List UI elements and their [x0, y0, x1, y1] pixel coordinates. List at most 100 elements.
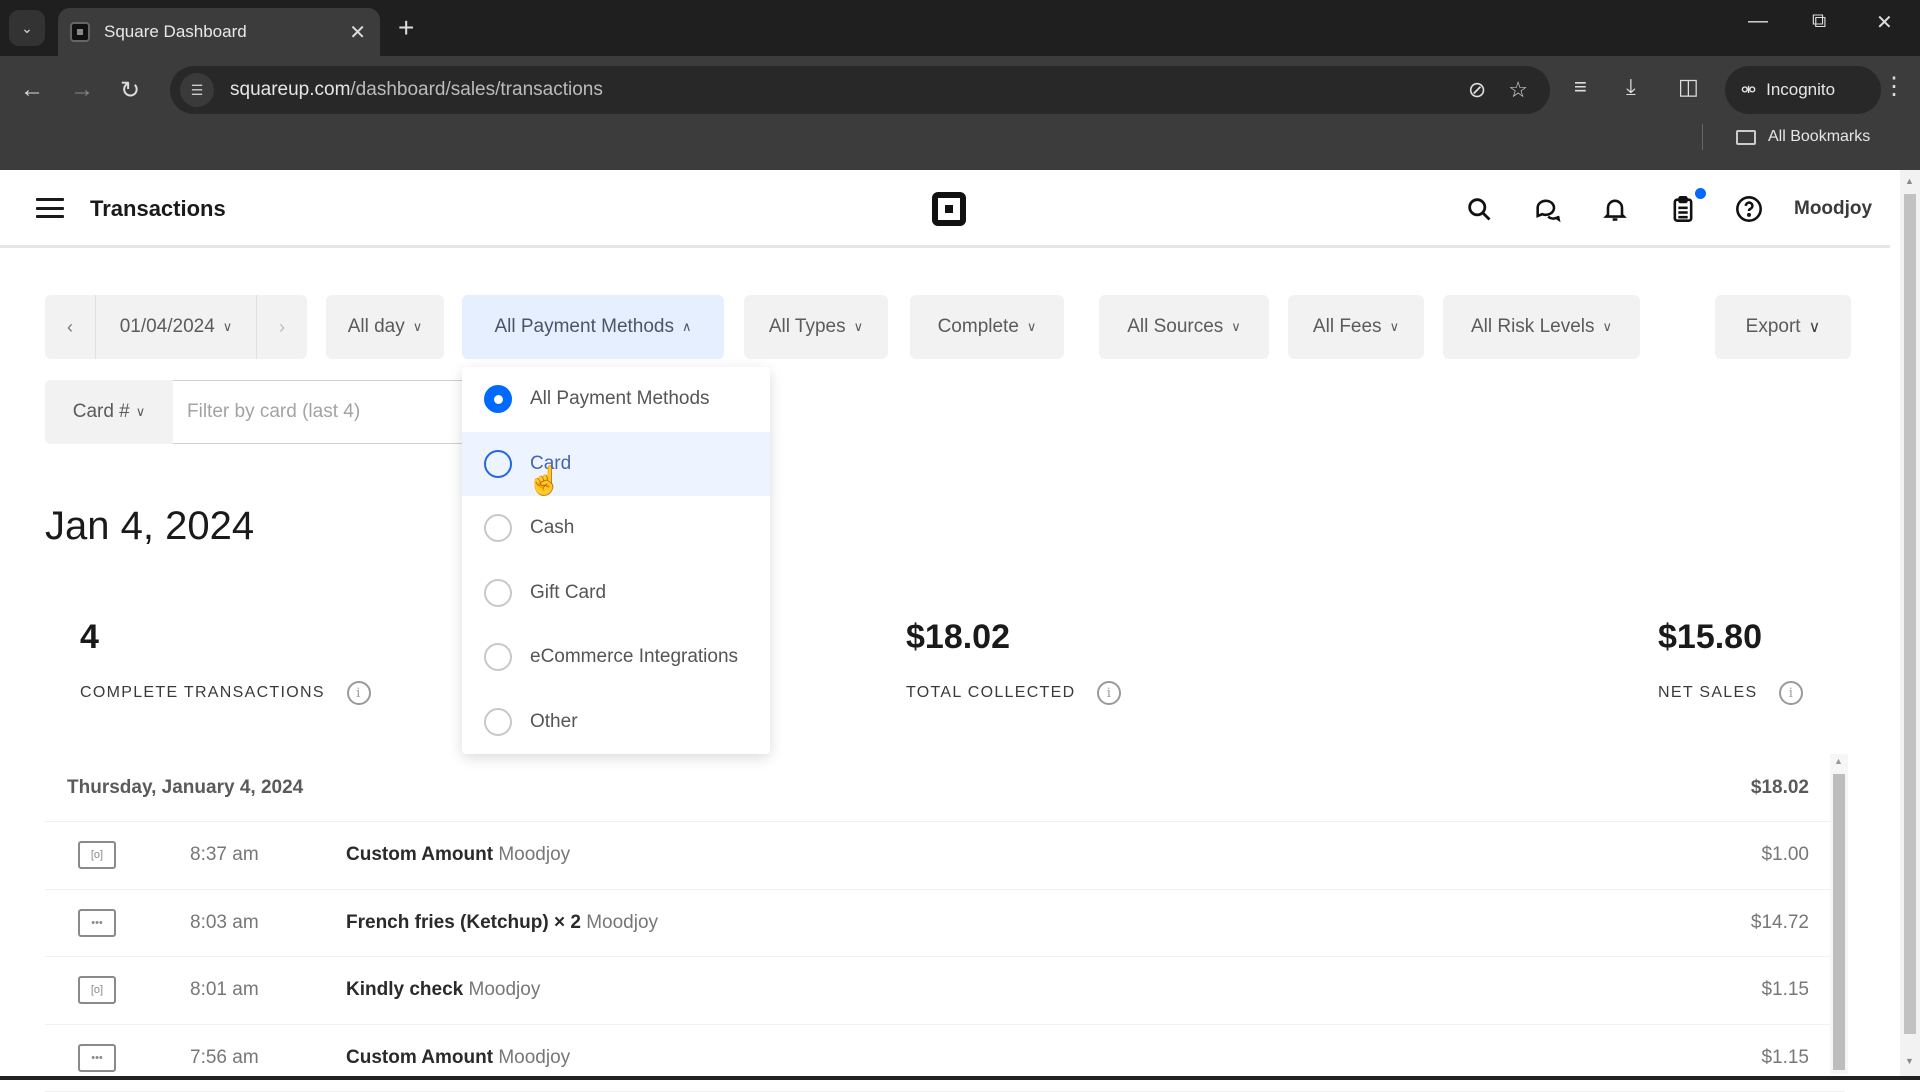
transaction-item: French fries (Ketchup) × 2: [346, 912, 581, 933]
scrollbar-thumb[interactable]: [1833, 774, 1845, 1070]
address-bar[interactable]: ☰ squareup.com/dashboard/sales/transacti…: [170, 66, 1550, 114]
transaction-time: 8:01 am: [190, 979, 346, 1001]
status-filter[interactable]: Complete∨: [910, 295, 1064, 359]
search-icon[interactable]: [1462, 192, 1496, 226]
stat-label: TOTAL COLLECTED: [906, 684, 1075, 702]
url-host: squareup.com: [230, 79, 350, 100]
stat-complete-transactions: 4 COMPLETE TRANSACTIONS i: [80, 618, 371, 705]
task-list-clipboard-icon[interactable]: [1666, 192, 1700, 226]
option-label: Gift Card: [530, 582, 606, 604]
url-text[interactable]: squareup.com/dashboard/sales/transaction…: [230, 79, 1468, 101]
notification-badge-dot: [1695, 188, 1706, 199]
square-dashboard-app: Transactions Moodjoy ‹ 01/04/2024∨ › All…: [0, 170, 1900, 1080]
scrollbar-thumb[interactable]: [1904, 194, 1916, 1034]
option-label: Cash: [530, 517, 574, 539]
payment-methods-filter[interactable]: All Payment Methods∧: [462, 295, 724, 359]
transaction-amount: $1.15: [1761, 1047, 1809, 1069]
page-scrollbar[interactable]: ▲ ▼: [1900, 170, 1920, 1080]
option-label: Other: [530, 711, 578, 733]
scroll-up-arrow-icon[interactable]: ▲: [1834, 756, 1843, 766]
window-minimize-icon[interactable]: —: [1748, 10, 1768, 33]
bookmarks-divider: [1702, 124, 1703, 150]
account-user-name[interactable]: Moodjoy: [1794, 198, 1872, 220]
info-icon[interactable]: i: [1097, 681, 1121, 705]
new-tab-plus-icon[interactable]: +: [398, 12, 414, 44]
square-logo-icon[interactable]: [932, 192, 966, 226]
transaction-time: 8:03 am: [190, 912, 346, 934]
stat-label: NET SALES: [1658, 684, 1757, 702]
risk-levels-filter[interactable]: All Risk Levels∨: [1443, 295, 1640, 359]
types-filter[interactable]: All Types∨: [744, 295, 888, 359]
stat-value: 4: [80, 618, 371, 657]
transaction-amount: $1.15: [1761, 979, 1809, 1001]
sources-filter[interactable]: All Sources∨: [1099, 295, 1269, 359]
payment-methods-label: All Payment Methods: [494, 316, 674, 338]
info-icon[interactable]: i: [1779, 681, 1803, 705]
other-payment-icon: •••: [78, 1044, 116, 1072]
bookmark-star-icon[interactable]: ☆: [1508, 77, 1528, 103]
transaction-row[interactable]: ••• 7:56 am Custom Amount Moodjoy $1.15: [45, 1025, 1845, 1092]
incognito-icon: ⚮: [1741, 80, 1756, 101]
previous-date-chevron-icon[interactable]: ‹: [45, 317, 95, 338]
transaction-item: Custom Amount: [346, 844, 493, 865]
transaction-row[interactable]: ••• 8:03 am French fries (Ketchup) × 2 M…: [45, 890, 1845, 958]
notifications-bell-icon[interactable]: [1598, 192, 1632, 226]
forward-arrow-icon[interactable]: →: [70, 76, 94, 104]
media-queue-icon[interactable]: ≡: [1574, 74, 1587, 100]
window-restore-icon[interactable]: ⧉: [1812, 10, 1826, 33]
transaction-row[interactable]: [o] 8:01 am Kindly check Moodjoy $1.15: [45, 957, 1845, 1025]
transaction-location: Moodjoy: [586, 912, 658, 933]
payment-option-card[interactable]: Card: [462, 432, 770, 497]
back-arrow-icon[interactable]: ←: [20, 76, 44, 104]
all-bookmarks-button[interactable]: All Bookmarks: [1736, 128, 1870, 146]
tracking-protection-eye-off-icon[interactable]: ⊘: [1468, 77, 1486, 103]
chevron-down-icon: ∨: [1231, 319, 1241, 335]
transaction-row[interactable]: [o] 8:37 am Custom Amount Moodjoy $1.00: [45, 822, 1845, 890]
incognito-badge[interactable]: ⚮ Incognito: [1725, 66, 1881, 114]
next-date-chevron-icon[interactable]: ›: [257, 317, 307, 338]
radio-unselected-icon: [484, 579, 512, 607]
radio-unselected-icon: [484, 514, 512, 542]
browser-toolbar: ← → ↻ ☰ squareup.com/dashboard/sales/tra…: [0, 56, 1920, 170]
scroll-up-arrow-icon[interactable]: ▲: [1905, 176, 1914, 186]
window-close-icon[interactable]: ✕: [1876, 10, 1893, 35]
site-settings-icon[interactable]: ☰: [180, 73, 214, 107]
scroll-down-arrow-icon[interactable]: ▼: [1905, 1056, 1914, 1066]
hamburger-menu-icon[interactable]: [36, 198, 64, 218]
reload-icon[interactable]: ↻: [120, 76, 140, 105]
card-last4-input[interactable]: [173, 380, 463, 444]
side-panel-icon[interactable]: ◫: [1678, 74, 1699, 100]
payment-option-all[interactable]: All Payment Methods: [462, 367, 770, 432]
transaction-item: Custom Amount: [346, 1047, 493, 1068]
fees-filter[interactable]: All Fees∨: [1288, 295, 1424, 359]
transaction-item: Kindly check: [346, 979, 463, 1000]
incognito-label: Incognito: [1766, 80, 1835, 100]
bottom-edge: [0, 1076, 1920, 1080]
card-number-filter[interactable]: Card #∨: [45, 380, 173, 444]
transactions-scrollbar[interactable]: ▲: [1830, 754, 1848, 1074]
help-question-icon[interactable]: [1732, 192, 1766, 226]
payment-option-cash[interactable]: Cash: [462, 496, 770, 561]
browser-tab-square-dashboard[interactable]: Square Dashboard ✕: [58, 8, 380, 56]
payment-option-gift-card[interactable]: Gift Card: [462, 561, 770, 626]
payment-option-other[interactable]: Other: [462, 690, 770, 755]
tab-close-icon[interactable]: ✕: [349, 20, 366, 45]
browser-menu-kebab-icon[interactable]: ⋮: [1882, 72, 1906, 101]
date-dropdown[interactable]: 01/04/2024∨: [95, 295, 257, 359]
chevron-down-icon: ∨: [136, 404, 146, 420]
payment-option-ecommerce[interactable]: eCommerce Integrations: [462, 625, 770, 690]
radio-selected-icon: [484, 385, 512, 413]
messages-chat-icon[interactable]: [1530, 192, 1564, 226]
transaction-time: 8:37 am: [190, 844, 346, 866]
stat-label: COMPLETE TRANSACTIONS: [80, 684, 325, 702]
download-icon[interactable]: ⤓: [1626, 74, 1636, 100]
cash-icon: [o]: [78, 841, 116, 869]
tab-search-chevron-icon[interactable]: ⌄: [9, 10, 45, 46]
time-range-filter[interactable]: All day∨: [326, 295, 444, 359]
transaction-location: Moodjoy: [498, 1047, 570, 1068]
info-icon[interactable]: i: [347, 681, 371, 705]
cash-icon: [o]: [78, 976, 116, 1004]
export-button[interactable]: Export∨: [1715, 295, 1851, 359]
selected-date-heading: Jan 4, 2024: [45, 504, 254, 549]
chevron-down-icon: ∨: [413, 319, 423, 335]
